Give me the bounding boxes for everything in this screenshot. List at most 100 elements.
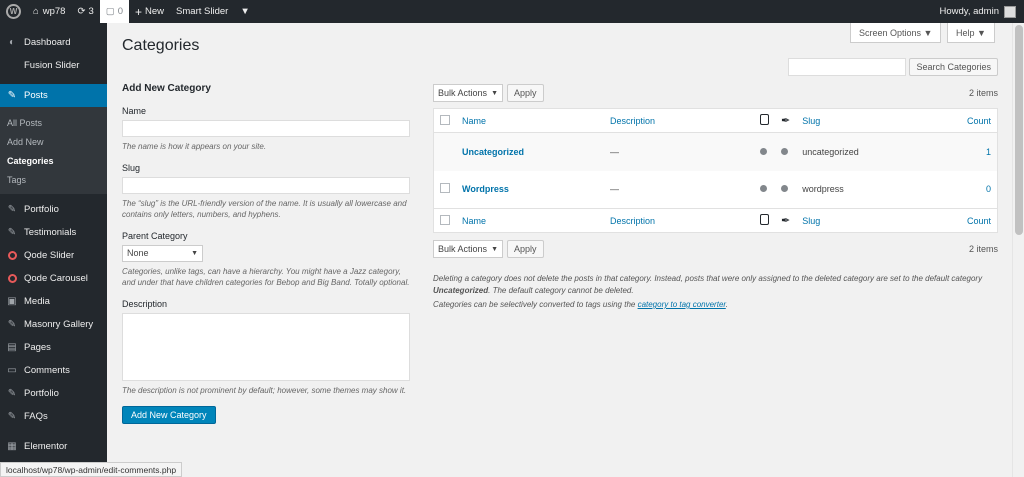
column-name[interactable]: Name (456, 208, 604, 233)
category-name-link[interactable]: Wordpress (462, 184, 509, 194)
column-slug[interactable]: Slug (796, 208, 937, 233)
smart-slider-menu[interactable]: Smart Slider (170, 0, 234, 23)
sidebar-item-label: Portfolio (24, 388, 59, 399)
updates-menu[interactable]: ⟳ 3 (71, 0, 99, 23)
row-count-link[interactable]: 0 (986, 184, 991, 194)
sidebar-item-portfolio[interactable]: ✎ Portfolio (0, 198, 107, 221)
comments-menu[interactable]: ▢ 0 (99, 0, 130, 23)
wp-logo-menu[interactable]: W (0, 0, 27, 23)
category-list: Search Categories Bulk Actions ▼ Apply 2… (433, 58, 998, 311)
sidebar-item-label: Comments (24, 365, 70, 376)
feather-icon: ✒ (781, 215, 791, 227)
sidebar-item-label: Fusion Slider (24, 60, 80, 71)
sidebar-item-media[interactable]: ▣ Media (0, 290, 107, 313)
dashboard-icon: ◐ (8, 37, 16, 48)
tablenav-top: Bulk Actions ▼ Apply 2 items (433, 83, 998, 103)
row-count-cell: 0 (936, 171, 997, 209)
category-to-tag-converter-link[interactable]: category to tag converter (638, 300, 726, 309)
column-name[interactable]: Name (456, 108, 604, 133)
row-checkbox[interactable] (440, 183, 450, 194)
column-description[interactable]: Description (604, 108, 754, 133)
sidebar-item-posts[interactable]: ✎ Posts (0, 84, 107, 107)
screen-options-button[interactable]: Screen Options ▼ (850, 23, 942, 43)
slug-help: The “slug” is the URL-friendly version o… (122, 198, 407, 220)
pushpin-icon: ✎ (7, 90, 17, 101)
column-count[interactable]: Count (936, 108, 998, 133)
new-content-menu[interactable]: + New (129, 0, 170, 23)
column-icon-1 (754, 108, 775, 133)
submenu-tags[interactable]: Tags (0, 171, 107, 190)
traffic-light-icon (760, 114, 769, 125)
sidebar-item-testimonials[interactable]: ✎ Testimonials (0, 221, 107, 244)
bulk-actions-select[interactable]: Bulk Actions ▼ (433, 240, 503, 258)
form-heading: Add New Category (122, 83, 211, 94)
add-new-category-button[interactable]: Add New Category (122, 406, 216, 424)
sidebar-item-masonry-gallery[interactable]: ✎ Masonry Gallery (0, 313, 107, 336)
sidebar-item-label: Testimonials (24, 227, 77, 238)
my-account-menu[interactable]: Howdy, admin (939, 5, 1024, 18)
table-footer-row: Name Description ✒ Slug Count (433, 208, 998, 233)
sidebar-item-pages[interactable]: ▤ Pages (0, 336, 107, 359)
status-dot-icon (781, 185, 788, 193)
search-input[interactable] (788, 58, 907, 76)
name-help: The name is how it appears on your site. (122, 142, 267, 151)
plugin-menu[interactable]: ▼ (234, 0, 255, 23)
apply-button[interactable]: Apply (507, 84, 544, 102)
pushpin-icon: ✎ (7, 411, 17, 422)
home-icon: ⌂ (33, 6, 39, 17)
column-icon-2: ✒ (775, 108, 797, 133)
sidebar-item-portfolio-2[interactable]: ✎ Portfolio (0, 382, 107, 405)
updates-icon: ⟳ (77, 6, 86, 17)
sidebar-item-label: Masonry Gallery (24, 319, 94, 330)
page-scrollbar[interactable] (1012, 23, 1024, 477)
bulk-actions-select[interactable]: Bulk Actions ▼ (433, 84, 503, 102)
column-slug[interactable]: Slug (796, 108, 937, 133)
select-all-checkbox[interactable] (440, 214, 450, 225)
comment-icon: ▢ (105, 6, 115, 17)
table-row: Uncategorized — uncategorized 1 (433, 132, 998, 171)
updates-count: 3 (88, 6, 94, 17)
apply-button[interactable]: Apply (507, 240, 544, 258)
column-count[interactable]: Count (936, 208, 998, 233)
delete-note-text: Deleting a category does not delete the … (433, 274, 983, 283)
select-all-checkbox[interactable] (440, 114, 450, 125)
site-name-menu[interactable]: ⌂ wp78 (27, 0, 71, 23)
sidebar-item-qode-carousel[interactable]: Qode Carousel (0, 267, 107, 290)
slug-input[interactable] (122, 176, 410, 194)
help-button[interactable]: Help ▼ (947, 23, 995, 43)
howdy-text: Howdy, admin (939, 6, 1000, 17)
page-title: Categories (122, 37, 200, 54)
media-icon: ▣ (7, 296, 17, 307)
sidebar-item-fusion-slider[interactable]: Fusion Slider (0, 54, 107, 77)
sidebar-item-faqs[interactable]: ✎ FAQs (0, 405, 107, 428)
description-help: The description is not prominent by defa… (122, 385, 407, 395)
sidebar-item-label: Portfolio (24, 204, 59, 215)
sidebar-item-qode-slider[interactable]: Qode Slider (0, 244, 107, 267)
comments-icon: ▭ (7, 365, 17, 376)
description-textarea[interactable] (122, 312, 410, 381)
convert-note: Categories can be selectively converted … (433, 299, 998, 311)
feather-icon: ✒ (781, 115, 791, 127)
search-categories-button[interactable]: Search Categories (909, 58, 998, 76)
sidebar-item-dashboard[interactable]: ◐ Dashboard (0, 31, 107, 54)
traffic-light-icon (760, 214, 769, 225)
sidebar-item-label: Dashboard (24, 37, 71, 48)
submenu-categories[interactable]: Categories (0, 152, 107, 171)
column-description[interactable]: Description (604, 208, 754, 233)
chevron-down-icon: ▼ (491, 245, 498, 253)
sidebar-item-elementor[interactable]: ▦ Elementor (0, 435, 107, 458)
row-count-link[interactable]: 1 (986, 147, 991, 157)
name-input[interactable] (122, 120, 410, 137)
sidebar-item-comments[interactable]: ▭ Comments (0, 359, 107, 382)
browser-status-bar: localhost/wp78/wp-admin/edit-comments.ph… (0, 462, 183, 477)
submenu-add-new[interactable]: Add New (0, 133, 107, 152)
admin-bar: W ⌂ wp78 ⟳ 3 ▢ 0 + New Smart Slider ▼ Ho… (0, 0, 1024, 23)
scrollbar-thumb[interactable] (1015, 25, 1023, 235)
row-slug: wordpress (802, 184, 844, 195)
status-dot-icon (760, 185, 767, 193)
sidebar-item-label: Qode Slider (24, 250, 75, 261)
submenu-all-posts[interactable]: All Posts (0, 114, 107, 133)
category-name-link[interactable]: Uncategorized (462, 147, 524, 157)
chevron-down-icon: ▼ (491, 89, 498, 97)
parent-category-select[interactable]: None ▼ (122, 244, 203, 262)
